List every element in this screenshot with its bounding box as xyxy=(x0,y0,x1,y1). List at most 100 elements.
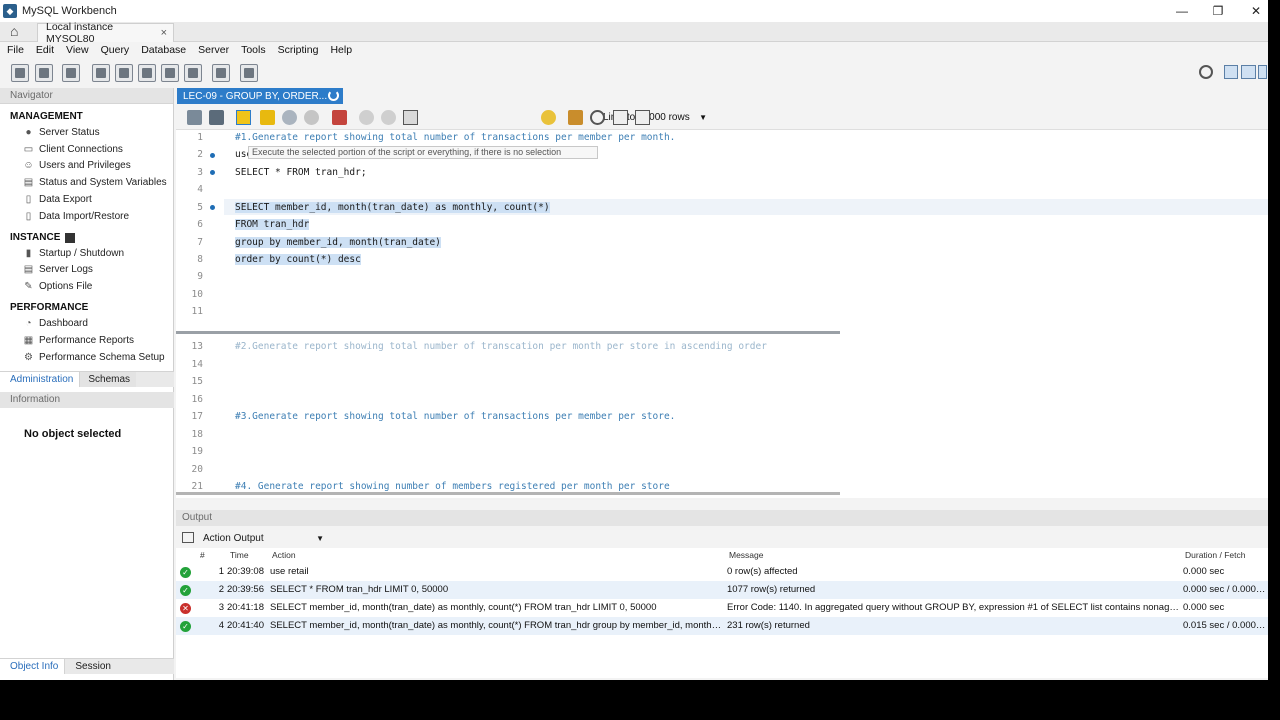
find-icon[interactable] xyxy=(590,110,605,125)
menu-edit[interactable]: Edit xyxy=(36,44,54,56)
table-row[interactable]: ✓ 1 20:39:08 use retail 0 row(s) affecte… xyxy=(176,563,1268,581)
server-logs-icon: ▤ xyxy=(23,264,34,276)
nav-server-logs[interactable]: ▤ Server Logs xyxy=(0,262,173,279)
tab-schemas[interactable]: Schemas xyxy=(80,372,137,387)
new-sql-tab-icon[interactable] xyxy=(11,64,29,82)
connection-tab[interactable]: Local instance MYSQL80 × xyxy=(37,21,174,45)
search-table-data-icon[interactable] xyxy=(212,64,230,82)
create-procedure-icon[interactable] xyxy=(161,64,179,82)
nav-performance-reports[interactable]: ▦ Performance Reports xyxy=(0,332,173,349)
nav-data-import[interactable]: ▯ Data Import/Restore xyxy=(0,208,173,225)
explain-magnifier-icon[interactable] xyxy=(282,110,297,125)
toggle-output-icon[interactable] xyxy=(1241,65,1256,79)
nav-client-connections[interactable]: ▭ Client Connections xyxy=(0,141,173,158)
reconnect-icon[interactable] xyxy=(240,64,258,82)
tab-administration[interactable]: Administration xyxy=(0,372,81,387)
menu-database[interactable]: Database xyxy=(141,44,186,56)
editor-bottom-scrollbar[interactable] xyxy=(176,492,840,495)
toggle-sidebar-icon[interactable] xyxy=(1224,65,1238,79)
execute-lightning-icon[interactable] xyxy=(236,110,251,125)
create-view-icon[interactable] xyxy=(138,64,156,82)
row-action: SELECT member_id, month(tran_date) as mo… xyxy=(270,620,722,631)
nav-status-variables[interactable]: ▤ Status and System Variables xyxy=(0,174,173,191)
row-message: 231 row(s) returned xyxy=(727,620,810,631)
dashboard-icon: ◔ xyxy=(25,318,32,330)
toggle-secondary-sidebar-icon[interactable] xyxy=(1258,65,1267,79)
menu-view[interactable]: View xyxy=(66,44,89,56)
col-header-action[interactable]: Action xyxy=(272,548,296,563)
line-number: 15 xyxy=(191,376,203,387)
instance-status-icon xyxy=(65,232,76,243)
sql-editor[interactable]: 1 2 3 4 5 6 7 8 9 10 11 13 14 15 16 17 1… xyxy=(176,130,1268,498)
nav-options-file[interactable]: ✎ Options File xyxy=(0,278,173,295)
inspector-icon[interactable] xyxy=(62,64,80,82)
rollback-icon[interactable] xyxy=(381,110,396,125)
open-file-icon[interactable] xyxy=(187,110,202,125)
code-line-8: order by count(*) desc xyxy=(235,254,361,265)
table-row[interactable]: ✓ 2 20:39:56 SELECT * FROM tran_hdr LIMI… xyxy=(176,581,1268,599)
nav-users-privileges[interactable]: ☺ Users and Privileges xyxy=(0,158,173,175)
nav-server-status[interactable]: ● Server Status xyxy=(0,124,173,141)
row-action: SELECT * FROM tran_hdr LIMIT 0, 50000 xyxy=(270,584,449,595)
row-message: 1077 row(s) returned xyxy=(727,584,816,595)
invisible-chars-icon[interactable] xyxy=(613,110,628,125)
tab-session[interactable]: Session xyxy=(65,659,117,674)
close-button[interactable]: ✕ xyxy=(1236,0,1268,22)
create-schema-icon[interactable] xyxy=(92,64,110,82)
line-number: 3 xyxy=(197,167,203,178)
statement-marker-icon xyxy=(210,170,215,175)
toggle-error-icon[interactable] xyxy=(332,110,347,125)
server-status-icon: ● xyxy=(25,126,32,138)
editor-horizontal-scrollbar[interactable] xyxy=(176,331,840,334)
menu-query[interactable]: Query xyxy=(101,44,130,56)
close-tab-icon[interactable]: × xyxy=(161,27,167,39)
output-header: Output xyxy=(176,510,1268,526)
stop-icon[interactable] xyxy=(304,110,319,125)
nav-performance-schema-setup[interactable]: ⚙ Performance Schema Setup xyxy=(0,349,173,366)
col-header-number[interactable]: # xyxy=(200,548,205,563)
output-type-select[interactable]: Action Output ▼ xyxy=(202,531,324,545)
output-grid: # Time Action Message Duration / Fetch ✓… xyxy=(176,548,1268,678)
execute-current-statement-icon[interactable] xyxy=(260,110,275,125)
row-time: 20:39:08 xyxy=(227,566,264,577)
output-type-value: Action Output xyxy=(203,532,264,544)
menu-help[interactable]: Help xyxy=(330,44,352,56)
menu-server[interactable]: Server xyxy=(198,44,229,56)
add-snippet-icon[interactable] xyxy=(541,110,556,125)
create-function-icon[interactable] xyxy=(184,64,202,82)
menu-scripting[interactable]: Scripting xyxy=(278,44,319,56)
nav-startup-shutdown[interactable]: ▮ Startup / Shutdown xyxy=(0,245,173,262)
statement-marker-icon xyxy=(210,153,215,158)
menu-file[interactable]: File xyxy=(7,44,24,56)
window-title: MySQL Workbench xyxy=(22,5,117,17)
title-bar: ◆ MySQL Workbench — ❐ ✕ xyxy=(0,0,1268,22)
line-number: 18 xyxy=(191,429,203,440)
col-header-message[interactable]: Message xyxy=(729,548,764,563)
word-wrap-icon[interactable] xyxy=(635,110,650,125)
error-x-icon: ✕ xyxy=(180,603,191,614)
beautify-icon[interactable] xyxy=(568,110,583,125)
menu-tools[interactable]: Tools xyxy=(241,44,266,56)
minimize-button[interactable]: — xyxy=(1162,0,1202,22)
copy-icon[interactable] xyxy=(182,532,194,543)
editor-tab[interactable]: LEC-09 - GROUP BY, ORDER... xyxy=(177,88,343,104)
reports-icon: ▦ xyxy=(23,334,34,346)
no-object-selected-label: No object selected xyxy=(24,428,122,440)
autocommit-icon[interactable] xyxy=(403,110,418,125)
nav-data-export[interactable]: ▯ Data Export xyxy=(0,191,173,208)
settings-gear-icon[interactable] xyxy=(1199,65,1213,79)
home-icon[interactable]: ⌂ xyxy=(10,24,26,39)
maximize-button[interactable]: ❐ xyxy=(1198,0,1238,22)
nav-dashboard[interactable]: ◔ Dashboard xyxy=(0,315,173,332)
row-duration: 0.000 sec xyxy=(1183,602,1225,613)
open-sql-script-icon[interactable] xyxy=(35,64,53,82)
save-icon[interactable] xyxy=(209,110,224,125)
table-row[interactable]: ✕ 3 20:41:18 SELECT member_id, month(tra… xyxy=(176,599,1268,617)
create-table-icon[interactable] xyxy=(115,64,133,82)
line-number: 1 xyxy=(197,132,203,143)
col-header-duration[interactable]: Duration / Fetch xyxy=(1185,548,1245,563)
tab-object-info[interactable]: Object Info xyxy=(0,659,66,674)
commit-icon[interactable] xyxy=(359,110,374,125)
col-header-time[interactable]: Time xyxy=(230,548,249,563)
table-row[interactable]: ✓ 4 20:41:40 SELECT member_id, month(tra… xyxy=(176,617,1268,635)
